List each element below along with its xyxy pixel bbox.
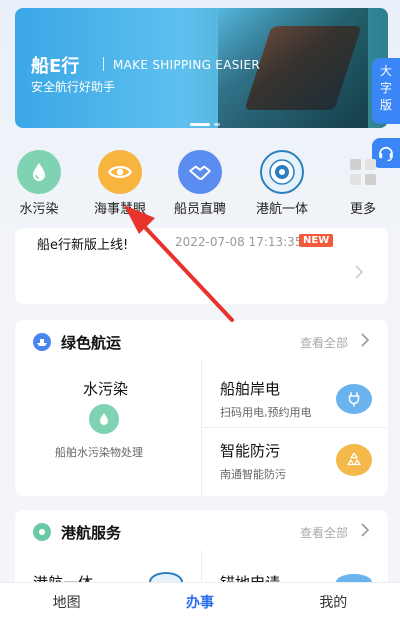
- quick-label: 海事慧眼: [93, 202, 146, 217]
- bottom-tab-bar: 地图 办事 我的: [0, 582, 400, 622]
- tab-services[interactable]: 办事: [133, 583, 266, 622]
- tab-profile[interactable]: 我的: [267, 583, 400, 622]
- large-font-mode-button[interactable]: 大 字 版: [372, 58, 400, 124]
- quick-icon-bg: [17, 150, 61, 194]
- view-all-link[interactable]: 查看全部: [300, 334, 348, 351]
- quick-actions: 水污染 海事慧眼 船员直聘 港航一体 更多: [0, 150, 400, 217]
- large-font-char-3: 版: [379, 98, 392, 112]
- quick-label: 船员直聘: [173, 202, 226, 217]
- quick-icon-bg: [260, 150, 304, 194]
- service-subtitle: 扫码用电,预约用电: [220, 406, 312, 419]
- quick-label: 水污染: [19, 202, 59, 217]
- green-shipping-section: 绿色航运 查看全部 水污染 船舶水污染物处理 船舶岸电 扫码用电,预约用电 智能…: [15, 320, 388, 496]
- news-card[interactable]: 船e行新版上线! 2022-07-08 17:13:35 NEW: [15, 228, 388, 304]
- banner-dot-active: [190, 123, 210, 126]
- new-badge: NEW: [299, 234, 334, 247]
- ship-icon: [33, 333, 51, 351]
- service-subtitle: 船舶水污染物处理: [55, 446, 143, 459]
- quick-label: 更多: [349, 202, 376, 217]
- service-water-pollution[interactable]: 水污染 船舶水污染物处理: [15, 360, 201, 496]
- plug-icon: [336, 384, 372, 414]
- section-title: 港航服务: [61, 524, 122, 542]
- service-title: 水污染: [83, 380, 129, 398]
- service-subtitle: 南通智能防污: [220, 468, 286, 481]
- banner-pagination: [190, 123, 220, 126]
- banner-slogan-en: MAKE SHIPPING EASIER: [113, 58, 260, 72]
- quick-item-water-pollution[interactable]: 水污染: [4, 150, 74, 217]
- banner-dot: [214, 123, 220, 126]
- chevron-right-icon[interactable]: [360, 332, 370, 348]
- news-title: 船e行新版上线!: [37, 238, 129, 253]
- chevron-right-icon[interactable]: [360, 522, 370, 538]
- large-font-char-2: 字: [379, 81, 392, 95]
- top-banner[interactable]: 船E行 MAKE SHIPPING EASIER 安全航行好助手: [15, 8, 388, 128]
- news-date: 2022-07-08 17:13:35: [175, 235, 303, 249]
- service-shore-power[interactable]: 船舶岸电 扫码用电,预约用电: [201, 360, 388, 428]
- quick-icon-bg: [178, 150, 222, 194]
- banner-title: 船E行: [31, 56, 80, 77]
- large-font-char-1: 大: [379, 64, 392, 78]
- view-all-link[interactable]: 查看全部: [300, 524, 348, 541]
- service-anti-fouling[interactable]: 智能防污 南通智能防污: [201, 428, 388, 496]
- grid-icon: [350, 159, 376, 185]
- quick-label: 港航一体: [255, 202, 308, 217]
- section-header: 港航服务 查看全部: [15, 510, 388, 550]
- service-title: 船舶岸电: [220, 380, 281, 398]
- banner-divider: [103, 57, 104, 71]
- service-title: 智能防污: [220, 442, 281, 460]
- chevron-right-icon: [355, 265, 364, 279]
- seal-icon: [269, 159, 295, 185]
- water-drop-icon: [33, 163, 45, 181]
- quick-item-crew-hiring[interactable]: 船员直聘: [165, 150, 235, 217]
- quick-item-port-integration[interactable]: 港航一体: [247, 150, 317, 217]
- handshake-icon: [189, 165, 211, 180]
- quick-item-maritime-eye[interactable]: 海事慧眼: [85, 150, 155, 217]
- section-title: 绿色航运: [61, 334, 122, 352]
- section-header: 绿色航运 查看全部: [15, 320, 388, 360]
- eye-icon: [107, 166, 133, 178]
- banner-slogan-cn: 安全航行好助手: [31, 80, 116, 94]
- tab-map[interactable]: 地图: [0, 583, 133, 622]
- port-service-section: 港航服务 查看全部 港航一体 锚地申请: [15, 510, 388, 592]
- water-drop-icon: [89, 404, 119, 434]
- port-icon: [33, 523, 51, 541]
- quick-icon-bg: [341, 150, 385, 194]
- quick-item-more[interactable]: 更多: [328, 150, 398, 217]
- recycle-icon: [336, 444, 372, 476]
- quick-icon-bg: [98, 150, 142, 194]
